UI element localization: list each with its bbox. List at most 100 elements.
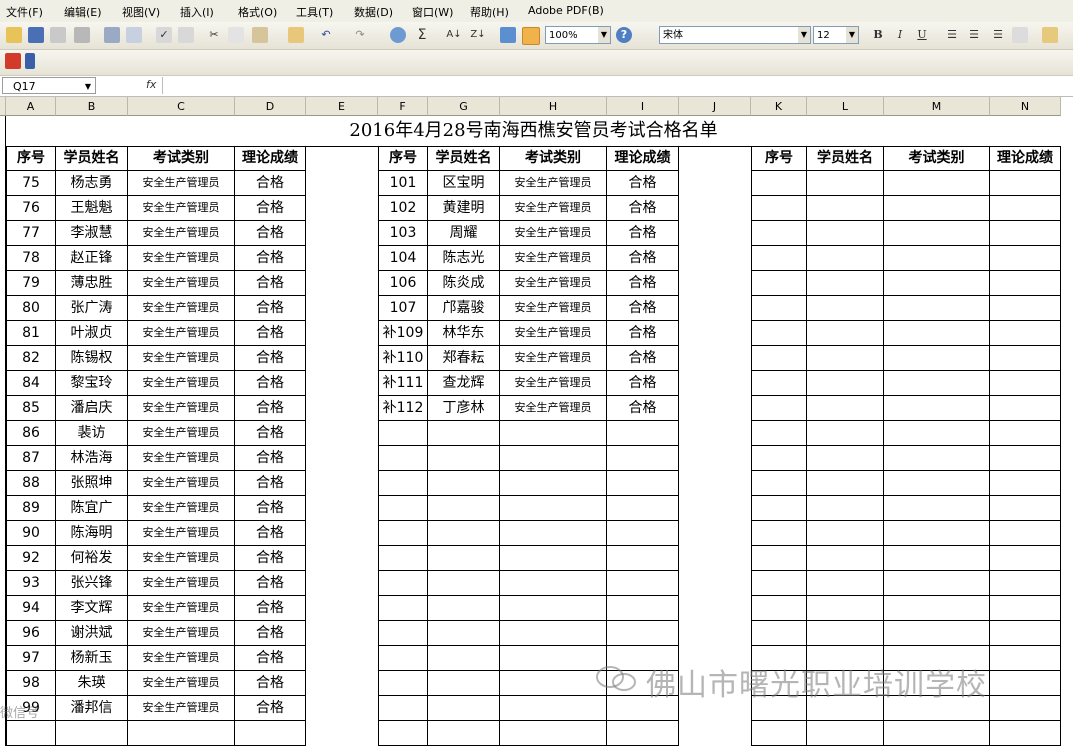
sort-ascending-icon[interactable]: A↓ xyxy=(446,27,462,43)
table-cell[interactable]: 杨志勇 xyxy=(56,171,128,196)
empty-cell[interactable] xyxy=(807,621,884,646)
empty-cell[interactable] xyxy=(378,696,428,721)
email-icon[interactable] xyxy=(74,27,90,43)
menu-item-4[interactable]: 格式(O) xyxy=(238,4,277,20)
table-cell[interactable]: 合格 xyxy=(235,546,306,571)
empty-cell[interactable] xyxy=(500,596,607,621)
align-left-icon[interactable]: ☰ xyxy=(944,27,960,43)
table-cell[interactable]: 郑春耘 xyxy=(428,346,500,371)
undo-icon[interactable]: ↶ xyxy=(318,27,334,43)
empty-cell[interactable] xyxy=(428,496,500,521)
italic-icon[interactable]: I xyxy=(892,27,908,43)
empty-cell[interactable] xyxy=(607,546,679,571)
table-cell[interactable]: 101 xyxy=(378,171,428,196)
column-header-H[interactable]: H xyxy=(500,97,607,116)
empty-cell[interactable] xyxy=(884,321,990,346)
empty-cell[interactable] xyxy=(378,596,428,621)
table-cell[interactable]: 安全生产管理员 xyxy=(500,346,607,371)
table-cell[interactable]: 潘启庆 xyxy=(56,396,128,421)
table-cell[interactable]: 安全生产管理员 xyxy=(128,571,235,596)
table-cell[interactable]: 张广涛 xyxy=(56,296,128,321)
table-cell[interactable]: 107 xyxy=(378,296,428,321)
table-cell[interactable]: 92 xyxy=(6,546,56,571)
menu-item-8[interactable]: 帮助(H) xyxy=(470,4,509,20)
empty-cell[interactable] xyxy=(607,496,679,521)
empty-cell[interactable] xyxy=(990,621,1061,646)
column-label[interactable]: 序号 xyxy=(751,146,807,171)
table-cell[interactable]: 合格 xyxy=(607,296,679,321)
empty-cell[interactable] xyxy=(235,721,306,746)
empty-cell[interactable] xyxy=(807,196,884,221)
column-header-K[interactable]: K xyxy=(751,97,807,116)
hyperlink-icon[interactable] xyxy=(390,27,406,43)
table-cell[interactable]: 安全生产管理员 xyxy=(128,346,235,371)
empty-cell[interactable] xyxy=(990,571,1061,596)
table-cell[interactable]: 陈海明 xyxy=(56,521,128,546)
empty-cell[interactable] xyxy=(807,446,884,471)
formula-input[interactable] xyxy=(162,77,1071,94)
research-icon[interactable] xyxy=(178,27,194,43)
table-cell[interactable]: 合格 xyxy=(235,621,306,646)
empty-cell[interactable] xyxy=(884,721,990,746)
empty-cell[interactable] xyxy=(500,721,607,746)
empty-cell[interactable] xyxy=(128,721,235,746)
chevron-down-icon[interactable]: ▼ xyxy=(846,27,858,43)
empty-cell[interactable] xyxy=(807,171,884,196)
empty-cell[interactable] xyxy=(428,621,500,646)
column-header-A[interactable]: A xyxy=(6,97,56,116)
table-cell[interactable]: 合格 xyxy=(607,321,679,346)
empty-cell[interactable] xyxy=(428,596,500,621)
empty-cell[interactable] xyxy=(884,471,990,496)
empty-cell[interactable] xyxy=(607,521,679,546)
table-cell[interactable]: 安全生产管理员 xyxy=(128,521,235,546)
save-icon[interactable] xyxy=(28,27,44,43)
table-cell[interactable]: 76 xyxy=(6,196,56,221)
table-cell[interactable]: 安全生产管理员 xyxy=(128,546,235,571)
table-cell[interactable]: 96 xyxy=(6,621,56,646)
table-cell[interactable]: 86 xyxy=(6,421,56,446)
empty-cell[interactable] xyxy=(751,346,807,371)
table-cell[interactable]: 何裕发 xyxy=(56,546,128,571)
table-cell[interactable]: 85 xyxy=(6,396,56,421)
table-cell[interactable]: 合格 xyxy=(235,671,306,696)
empty-cell[interactable] xyxy=(990,521,1061,546)
empty-cell[interactable] xyxy=(378,646,428,671)
empty-cell[interactable] xyxy=(428,646,500,671)
column-header-B[interactable]: B xyxy=(56,97,128,116)
table-cell[interactable]: 安全生产管理员 xyxy=(128,421,235,446)
table-cell[interactable]: 林浩海 xyxy=(56,446,128,471)
table-cell[interactable]: 补112 xyxy=(378,396,428,421)
empty-cell[interactable] xyxy=(884,221,990,246)
pdf-icon[interactable] xyxy=(5,53,21,69)
table-cell[interactable]: 合格 xyxy=(235,596,306,621)
currency-icon[interactable] xyxy=(1042,27,1058,43)
empty-cell[interactable] xyxy=(751,246,807,271)
empty-cell[interactable] xyxy=(990,171,1061,196)
empty-cell[interactable] xyxy=(378,671,428,696)
font-size-select[interactable]: 12 ▼ xyxy=(813,26,859,44)
empty-cell[interactable] xyxy=(378,421,428,446)
table-cell[interactable]: 邝嘉骏 xyxy=(428,296,500,321)
empty-cell[interactable] xyxy=(751,596,807,621)
menu-item-6[interactable]: 数据(D) xyxy=(354,4,393,20)
empty-cell[interactable] xyxy=(378,721,428,746)
empty-cell[interactable] xyxy=(807,496,884,521)
empty-cell[interactable] xyxy=(990,596,1061,621)
bold-icon[interactable]: B xyxy=(870,27,886,43)
table-cell[interactable]: 补111 xyxy=(378,371,428,396)
table-cell[interactable]: 丁彦林 xyxy=(428,396,500,421)
empty-cell[interactable] xyxy=(807,546,884,571)
menu-item-0[interactable]: 文件(F) xyxy=(6,4,43,20)
table-cell[interactable]: 张照坤 xyxy=(56,471,128,496)
column-label[interactable]: 考试类别 xyxy=(128,146,235,171)
column-label[interactable]: 理论成绩 xyxy=(607,146,679,171)
table-cell[interactable]: 谢洪斌 xyxy=(56,621,128,646)
table-cell[interactable]: 赵正锋 xyxy=(56,246,128,271)
table-cell[interactable]: 合格 xyxy=(235,646,306,671)
help-icon[interactable]: ? xyxy=(616,27,632,43)
sort-descending-icon[interactable]: Z↓ xyxy=(470,27,486,43)
empty-cell[interactable] xyxy=(990,246,1061,271)
table-cell[interactable]: 安全生产管理员 xyxy=(128,696,235,721)
table-cell[interactable]: 安全生产管理员 xyxy=(128,296,235,321)
column-label[interactable]: 序号 xyxy=(6,146,56,171)
